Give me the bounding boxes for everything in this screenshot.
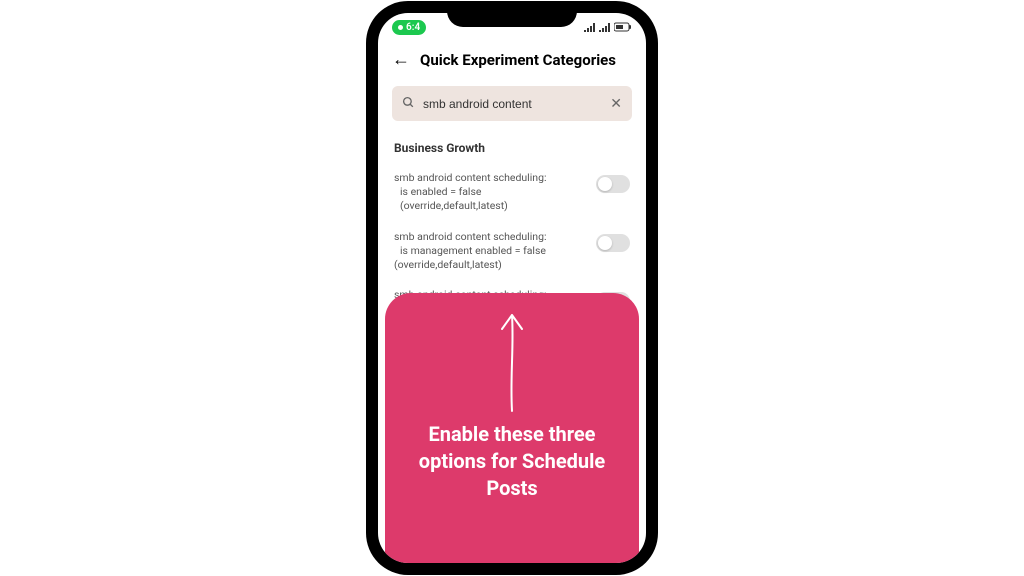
setting-line: is management enabled = false: [394, 244, 586, 258]
status-right: [584, 22, 632, 32]
status-left: 6:4: [392, 20, 426, 35]
toggle-switch[interactable]: [596, 234, 630, 252]
setting-text: smb android content scheduling: is manag…: [394, 230, 586, 273]
setting-text: smb android content scheduling: is enabl…: [394, 171, 586, 214]
back-arrow-icon[interactable]: ←: [392, 49, 410, 70]
search-icon: [402, 94, 415, 113]
clear-icon[interactable]: ✕: [610, 96, 622, 112]
battery-icon: [614, 22, 632, 32]
signal-icon: [584, 23, 596, 32]
setting-row-enabled[interactable]: smb android content scheduling: is enabl…: [378, 163, 646, 222]
search-input[interactable]: [423, 97, 602, 111]
section-title: Business Growth: [378, 127, 646, 163]
signal-icon-2: [599, 23, 611, 32]
toggle-switch[interactable]: [596, 175, 630, 193]
callout-text: Enable these three options for Schedule …: [405, 421, 619, 502]
arrow-up-icon: [492, 307, 532, 415]
page-header: ← Quick Experiment Categories: [378, 41, 646, 80]
search-bar[interactable]: ✕: [392, 86, 632, 121]
page-title: Quick Experiment Categories: [420, 51, 616, 69]
setting-row-management[interactable]: smb android content scheduling: is manag…: [378, 222, 646, 281]
setting-line: is enabled = false (override,default,lat…: [394, 185, 586, 213]
status-time: 6:4: [406, 22, 420, 33]
status-pill: 6:4: [392, 20, 426, 35]
recording-dot-icon: [398, 25, 403, 30]
setting-line: (override,default,latest): [394, 258, 586, 272]
phone-notch: [447, 3, 577, 27]
phone-screen: 6:4 ← Quick Experiment Categories: [378, 13, 646, 563]
setting-line: smb android content scheduling:: [394, 230, 586, 244]
setting-line: smb android content scheduling:: [394, 171, 586, 185]
instruction-callout: Enable these three options for Schedule …: [385, 293, 639, 563]
phone-frame: 6:4 ← Quick Experiment Categories: [368, 3, 656, 573]
